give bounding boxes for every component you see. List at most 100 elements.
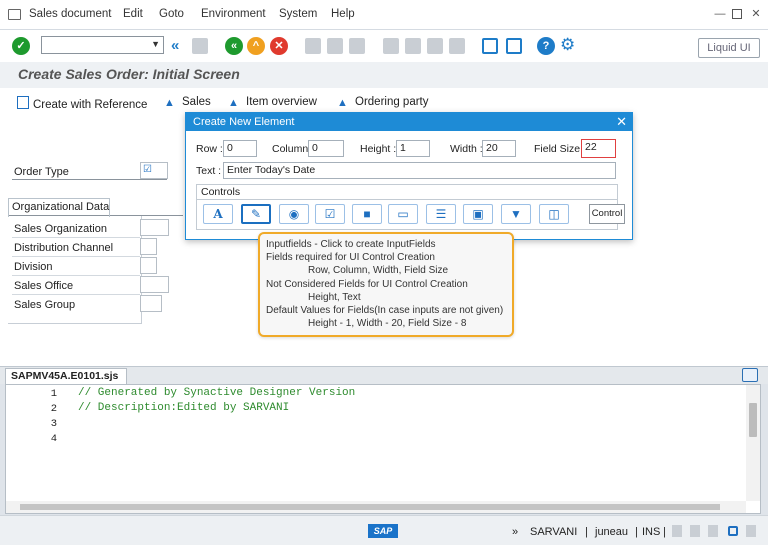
column-input[interactable]: 0 [308,140,344,157]
order-type-underline [12,179,167,180]
table-control-icon[interactable]: ◫ [539,204,569,224]
sap-menu-icon[interactable] [8,9,21,20]
command-field[interactable]: ▼ [41,36,164,54]
scrollbar-thumb[interactable] [20,504,720,510]
dropdown-control-icon[interactable]: ▼ [501,204,531,224]
last-page-icon[interactable] [449,38,465,54]
gear-icon[interactable]: ⚙ [560,35,575,55]
status-server: juneau [595,526,629,538]
previous-page-icon[interactable] [405,38,421,54]
close-icon[interactable]: ✕ [616,113,627,131]
document-icon[interactable] [708,525,718,537]
dialog-title: Create New Element [186,113,632,131]
sap-logo-icon: SAP [368,524,398,538]
row-divider [12,294,140,295]
menu-help[interactable]: Help [331,8,355,20]
horizontal-scrollbar[interactable] [6,501,746,513]
liquid-ui-button[interactable]: Liquid UI [698,38,760,58]
save-icon[interactable] [742,368,758,382]
minimize-icon[interactable]: — [714,8,726,20]
row-label: Row : [196,143,223,155]
sales-group-input[interactable] [140,295,162,312]
copy-icon [17,96,29,109]
mountain-icon: ▲ [164,97,175,109]
maximize-icon[interactable] [732,9,742,19]
next-page-icon[interactable] [427,38,443,54]
width-input[interactable]: 20 [482,140,516,157]
tooltip-line: Inputfields - Click to create InputField… [266,239,436,250]
document-icon[interactable] [746,525,756,537]
org-data-title: Organizational Data [12,201,110,213]
menu-system[interactable]: System [279,8,317,20]
sales-organization-input[interactable] [140,219,169,236]
checkbox-control-icon[interactable]: ☑ [315,204,345,224]
find-next-icon[interactable] [349,38,365,54]
menu-goto[interactable]: Goto [159,8,184,20]
line-number: 2 [50,403,57,415]
field-size-input[interactable]: 22 [581,139,616,158]
standard-toolbar: ✓ ▼ « « ^ ✕ ? ⚙ Liquid UI [0,30,768,62]
order-type-input[interactable]: ☑ [140,162,168,179]
org-data-tab: Organizational Data [8,198,183,217]
cancel-icon[interactable]: ✕ [270,37,288,55]
control-button[interactable]: Control [589,204,625,224]
sales-organization-label: Sales Organization [14,223,107,235]
scrollbar-thumb[interactable] [749,403,757,437]
tooltip-line: Default Values for Fields(In case inputs… [266,305,504,317]
status-separator: | [663,526,666,538]
print-icon[interactable] [305,38,321,54]
sales-office-label: Sales Office [14,280,74,292]
enter-icon[interactable]: ✓ [12,37,30,55]
create-new-element-dialog: Create New Element ✕ Row : 0 Column : 0 … [185,112,633,240]
create-with-reference-button[interactable]: Create with Reference [17,96,147,111]
back-icon[interactable]: « [225,37,243,55]
menu-sales-document[interactable]: Sales document [29,8,111,20]
shortcut-icon[interactable] [506,38,522,54]
row-input[interactable]: 0 [223,140,257,157]
create-session-icon[interactable] [482,38,498,54]
height-input[interactable]: 1 [396,140,430,157]
sales-office-input[interactable] [140,276,169,293]
mountain-icon: ▲ [337,97,348,109]
ordering-party-button[interactable]: ▲ Ordering party [337,96,429,109]
vertical-scrollbar[interactable] [746,385,760,501]
sales-button[interactable]: ▲ Sales [164,96,211,109]
help-icon[interactable]: ? [537,37,555,55]
title-bar: Create Sales Order: Initial Screen [0,62,768,88]
close-icon[interactable]: ✕ [750,8,762,20]
editor-tab[interactable]: SAPMV45A.E0101.sjs [5,368,127,385]
menu-edit[interactable]: Edit [123,8,143,20]
tooltip-line: Not Considered Fields for UI Control Cre… [266,278,468,290]
item-overview-button[interactable]: ▲ Item overview [228,96,317,109]
find-icon[interactable] [327,38,343,54]
first-page-icon[interactable] [383,38,399,54]
pushbutton-control-icon[interactable]: ■ [352,204,382,224]
division-input[interactable] [140,257,157,274]
line-number: 4 [50,433,57,445]
text-control-icon[interactable]: A [203,204,233,224]
status-separator: | [585,526,588,538]
distribution-channel-input[interactable] [140,238,157,255]
width-label: Width : [450,143,483,155]
script-editor[interactable]: 1 2 3 4 // Generated by Synactive Design… [5,384,761,514]
status-separator: | [635,526,638,538]
expand-status-icon[interactable]: » [512,526,518,538]
document-icon[interactable] [672,525,682,537]
listbox-control-icon[interactable]: ☰ [426,204,456,224]
row-divider [12,256,140,257]
save-icon[interactable] [192,38,208,54]
lock-icon[interactable] [728,526,738,536]
image-control-icon[interactable]: ▣ [463,204,493,224]
document-icon[interactable] [690,525,700,537]
editor-tab-bar: SAPMV45A.E0101.sjs [0,366,768,385]
inputfield-control-icon[interactable]: ✎ [241,204,271,224]
text-input[interactable]: Enter Today's Date [223,162,616,179]
radiobutton-control-icon[interactable]: ◉ [279,204,309,224]
groupbox-control-icon[interactable]: ▭ [388,204,418,224]
field-size-label: Field Size : [534,143,586,155]
menu-environment[interactable]: Environment [201,8,266,20]
exit-icon[interactable]: ^ [247,37,265,55]
expand-toolbar-icon[interactable]: « [171,37,179,54]
inputfield-tooltip: Inputfields - Click to create InputField… [258,232,514,337]
status-mode: INS [642,526,661,538]
